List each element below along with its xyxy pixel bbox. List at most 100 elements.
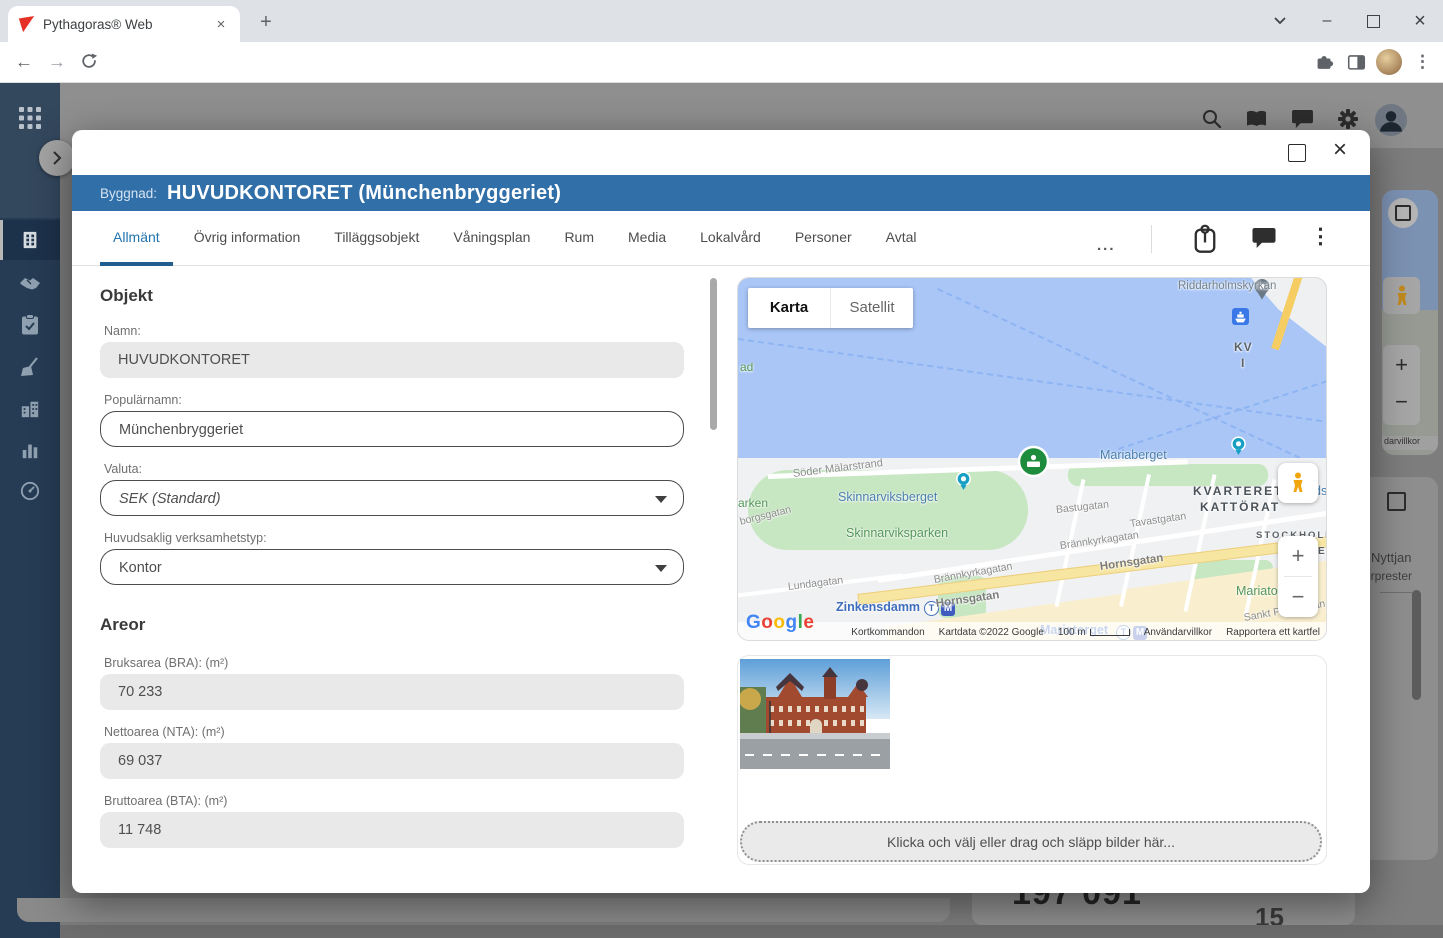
field-select[interactable]: Kontor	[100, 549, 684, 585]
field-input: HUVUDKONTORET	[100, 342, 684, 378]
browser-tab[interactable]: Pythagoras® Web ×	[8, 6, 240, 42]
map-label: Bastugatan	[1055, 498, 1110, 516]
map-attribution-item[interactable]: Kortkommandon	[851, 627, 924, 638]
manual-book-icon[interactable]	[1246, 109, 1267, 128]
form-field: Populärnamn: Münchenbryggeriet	[100, 393, 684, 447]
tab-avtal[interactable]: Avtal	[873, 211, 930, 266]
form-field: Bruksarea (BRA): (m²) 70 233	[100, 656, 684, 710]
chevron-down-icon	[655, 496, 667, 503]
map-type-karta-button[interactable]: Karta	[748, 288, 831, 328]
background-partial-number: 15	[1255, 902, 1284, 925]
map-label: Skinnarviksparken	[846, 526, 949, 540]
pegman-icon[interactable]	[1383, 277, 1420, 314]
dialog-titlebar: ×	[72, 130, 1370, 175]
new-tab-button[interactable]: +	[252, 8, 280, 36]
apps-grid-icon[interactable]	[0, 98, 60, 138]
sidebar-item-cleaning[interactable]	[0, 347, 60, 387]
areor-fields: Bruksarea (BRA): (m²) 70 233 Nettoarea (NT…	[100, 656, 684, 848]
zoom-in-icon[interactable]: +	[1383, 345, 1420, 385]
sidebar-item-buildings[interactable]	[0, 220, 60, 260]
sidebar-expand-button[interactable]	[39, 140, 75, 176]
tab-vaningsplan[interactable]: Våningsplan	[440, 211, 543, 266]
reload-icon[interactable]	[80, 53, 98, 71]
comments-icon[interactable]	[1252, 227, 1276, 249]
general-form: Objekt Namn: HUVUDKONTORET Populärnamn: Mün…	[100, 280, 684, 863]
building-icon	[0, 220, 60, 260]
objekt-fields: Namn: HUVUDKONTORET Populärnamn: Münchenbry…	[100, 324, 684, 585]
dialog-maximize-button[interactable]	[1288, 144, 1306, 162]
object-type-label: Byggnad:	[100, 185, 158, 201]
map-label: KATTÖRAT	[1200, 500, 1281, 514]
zoom-out-icon[interactable]: −	[1383, 385, 1420, 425]
gauge-icon	[20, 481, 40, 501]
tab-list: Allmänt Övrig information Tilläggsobjekt Vå…	[100, 211, 930, 266]
field-input: 11 748	[100, 812, 684, 848]
map-label: arken	[738, 496, 769, 510]
window-menu-chevron-icon[interactable]	[1257, 0, 1303, 42]
expand-map-button[interactable]	[1388, 198, 1418, 228]
pegman-control[interactable]	[1278, 463, 1318, 503]
background-footer-strip	[60, 925, 1443, 938]
close-tab-icon[interactable]: ×	[212, 16, 230, 33]
forward-icon[interactable]: →	[48, 52, 66, 73]
user-avatar-icon[interactable]	[1375, 104, 1407, 136]
map-label: Mariaberget	[1100, 448, 1167, 462]
background-scrollbar[interactable]	[1412, 590, 1421, 700]
back-icon[interactable]: ←	[15, 52, 33, 73]
background-zoom-control[interactable]: + −	[1383, 345, 1420, 425]
browser-menu-kebab-icon[interactable]: ⋮	[1414, 52, 1431, 72]
tab-ovrig-information[interactable]: Övrig information	[181, 211, 314, 266]
screen: Pythagoras® Web × + – × ← → pim.pythagor…	[0, 0, 1443, 938]
map-type-satellit-button[interactable]: Satellit	[831, 288, 913, 328]
google-map[interactable]: TM TM RiddarholmskyrkanadSöder Mälarstra…	[737, 277, 1327, 641]
search-icon[interactable]	[1201, 108, 1222, 129]
zoom-out-button[interactable]: −	[1278, 577, 1318, 617]
background-bottom-card	[17, 898, 950, 922]
sidebar-item-dashboard[interactable]	[0, 471, 60, 511]
map-attribution-item[interactable]: Rapportera ett kartfel	[1226, 627, 1320, 638]
map-type-control[interactable]: Karta Satellit	[748, 288, 913, 328]
tab-rum[interactable]: Rum	[551, 211, 607, 266]
field-label: Bruttoarea (BTA): (m²)	[104, 794, 228, 808]
chat-icon[interactable]	[1292, 109, 1313, 129]
browser-profile-avatar[interactable]	[1376, 49, 1402, 75]
dialog-menu-kebab-icon[interactable]: ⋮	[1310, 224, 1331, 249]
field-label: Nettoarea (NTA): (m²)	[104, 725, 225, 739]
form-field: Namn: HUVUDKONTORET	[100, 324, 684, 378]
attachments-icon[interactable]	[1192, 224, 1218, 254]
sidebar-item-properties[interactable]	[0, 389, 60, 429]
field-select[interactable]: SEK (Standard)	[100, 480, 684, 516]
window-minimize-button[interactable]: –	[1304, 0, 1350, 42]
gear-icon[interactable]	[1337, 108, 1359, 130]
building-photo[interactable]	[740, 659, 890, 769]
zoom-in-button[interactable]: +	[1278, 536, 1318, 576]
sidebar-item-agreements[interactable]	[0, 263, 60, 303]
map-attribution-item[interactable]: Användarvillkor	[1144, 627, 1212, 638]
map-label: Lundagatan	[787, 574, 844, 593]
tab-tillaggsobjekt[interactable]: Tilläggsobjekt	[321, 211, 432, 266]
window-close-button[interactable]: ×	[1397, 0, 1443, 42]
map-zoom-control[interactable]: + −	[1278, 536, 1318, 617]
tab-personer[interactable]: Personer	[782, 211, 865, 266]
dialog-close-button[interactable]: ×	[1328, 136, 1352, 164]
form-scrollbar[interactable]	[710, 278, 717, 430]
sidebar-item-reports[interactable]	[0, 430, 60, 470]
sidebar-item-tasks[interactable]	[0, 304, 60, 344]
map-label: ad	[740, 360, 754, 374]
field-input[interactable]: Münchenbryggeriet	[100, 411, 684, 447]
broom-icon	[21, 357, 38, 376]
clipboard-check-icon	[22, 313, 38, 334]
extensions-puzzle-icon[interactable]	[1315, 53, 1334, 72]
tab-allmant[interactable]: Allmänt	[100, 211, 173, 266]
map-label: Hornsgatan	[1099, 552, 1165, 573]
window-maximize-button[interactable]	[1350, 0, 1396, 42]
image-dropzone[interactable]: Klicka och välj eller drag och släpp bil…	[740, 821, 1322, 862]
tabs-overflow-button[interactable]: ...	[1097, 237, 1116, 254]
section-heading-areor: Areor	[100, 615, 146, 634]
map-label: KVARTERET	[1193, 484, 1284, 498]
tab-media[interactable]: Media	[615, 211, 679, 266]
map-labels: Riddarholmskyrkan ad Söder Mälarstrand Skin…	[738, 278, 1326, 640]
tab-lokalvard[interactable]: Lokalvård	[687, 211, 774, 266]
side-panel-icon[interactable]	[1347, 53, 1366, 72]
expand-panel-icon[interactable]	[1387, 492, 1406, 511]
